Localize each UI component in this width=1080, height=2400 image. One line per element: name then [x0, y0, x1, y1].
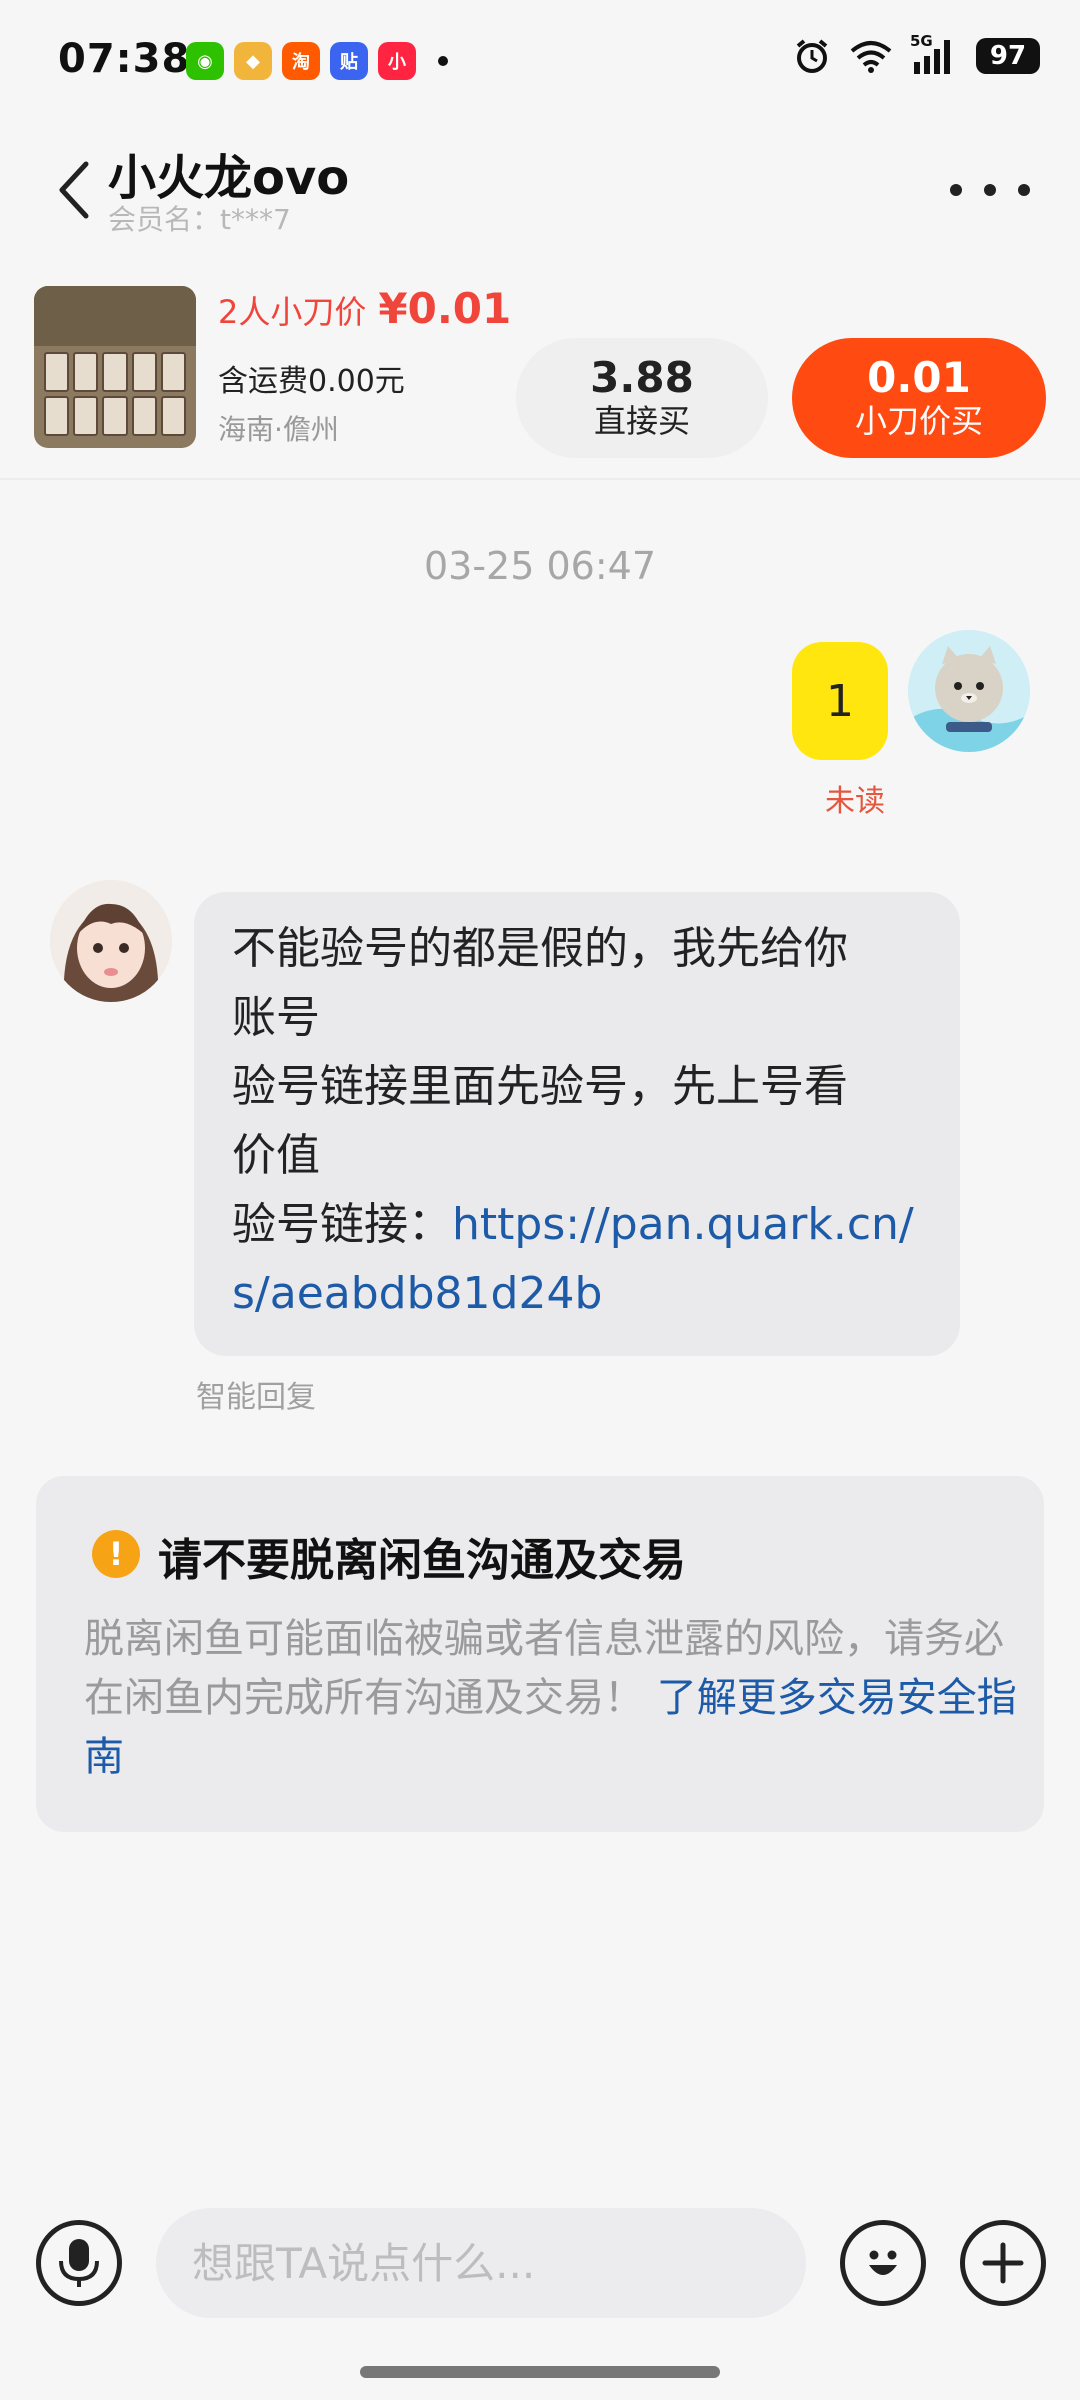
buy-direct-button[interactable]: 3.88 直接买 — [516, 338, 768, 458]
direct-price: 3.88 — [590, 353, 694, 402]
my-avatar[interactable] — [908, 630, 1030, 752]
message-line: 账号 — [232, 992, 320, 1043]
link-prefix: 验号链接： — [232, 1199, 452, 1250]
my-message-bubble[interactable]: 1 — [792, 642, 888, 760]
warning-exclamation-icon: ! — [92, 1530, 140, 1578]
xiaohongshu-icon: 小 — [378, 42, 416, 80]
smart-reply-label: 智能回复 — [196, 1380, 316, 1415]
dot-icon — [1018, 184, 1030, 196]
product-bar: 2人小刀价 ¥0.01 含运费0.00元 海南·儋州 3.88 直接买 0.01… — [0, 270, 1080, 480]
plus-icon — [982, 2242, 1024, 2284]
message-line: 不能验号的都是假的，我先给你 — [232, 923, 848, 974]
warning-body: 脱离闲鱼可能面临被骗或者信息泄露的风险，请务必在闲鱼内完成所有沟通及交易！ 了解… — [84, 1610, 1024, 1787]
bargain-label: 2人小刀价 — [218, 293, 367, 331]
message-input-container[interactable] — [156, 2208, 806, 2318]
home-indicator[interactable] — [360, 2366, 720, 2378]
member-label: 会员名： — [108, 203, 221, 236]
thumbnail-card-grid — [44, 352, 186, 436]
back-button[interactable] — [44, 150, 104, 230]
buy-bargain-button[interactable]: 0.01 小刀价买 — [792, 338, 1046, 458]
bargain-button-price: 0.01 — [867, 353, 971, 402]
verify-link[interactable]: https://pan.quark.cn/ — [452, 1199, 914, 1250]
dot-icon — [984, 184, 996, 196]
battery-indicator: 97 — [976, 38, 1040, 74]
safety-warning-card: ! 请不要脱离闲鱼沟通及交易 脱离闲鱼可能面临被骗或者信息泄露的风险，请务必在闲… — [36, 1476, 1044, 1832]
message-input[interactable] — [156, 2208, 806, 2318]
message-line-link: 验号链接：https://pan.quark.cn/ — [232, 1190, 926, 1259]
chat-header: 小火龙ovo 会员名：t***7 — [0, 110, 1080, 270]
message-line: 价值 — [232, 1130, 320, 1181]
thumbnail-game-banner — [34, 286, 196, 346]
more-options-button[interactable] — [950, 170, 1030, 210]
direct-label: 直接买 — [593, 402, 690, 440]
voice-input-button[interactable] — [36, 2220, 122, 2306]
emoji-button[interactable] — [840, 2220, 926, 2306]
message-line: 验号链接里面先验号，先上号看 — [232, 1061, 848, 1112]
bargain-price-line: 2人小刀价 ¥0.01 — [218, 284, 511, 333]
unread-status: 未读 — [825, 784, 885, 819]
more-notifications-dot — [438, 56, 448, 66]
member-id-line: 会员名：t***7 — [108, 198, 291, 238]
bargain-price: ¥0.01 — [378, 284, 512, 333]
member-id: t***7 — [220, 203, 291, 236]
alarm-icon — [796, 39, 828, 73]
product-thumbnail[interactable] — [34, 286, 196, 448]
emoji-face-icon — [869, 2250, 897, 2275]
notification-app-icons: ◉ ◆ 淘 贴 小 — [186, 42, 448, 80]
warning-title: 请不要脱离闲鱼沟通及交易 — [158, 1535, 686, 1586]
chevron-left-icon — [59, 161, 89, 219]
taobao-icon: 淘 — [282, 42, 320, 80]
bargain-button-label: 小刀价买 — [854, 402, 983, 440]
shipping-fee: 含运费0.00元 — [218, 364, 405, 399]
wechat-icon: ◉ — [186, 42, 224, 80]
more-actions-button[interactable] — [960, 2220, 1046, 2306]
girl-avatar-icon — [50, 880, 172, 1002]
message-timestamp: 03-25 06:47 — [423, 544, 656, 588]
status-indicators: 5G 97 — [792, 32, 1040, 76]
dot-icon — [950, 184, 962, 196]
microphone-icon — [59, 2239, 99, 2287]
wifi-icon — [850, 41, 892, 73]
status-bar: 07:38 ◉ ◆ 淘 贴 小 5G 97 — [0, 0, 1080, 110]
game-app-icon: ◆ — [234, 42, 272, 80]
cellular-signal-icon: 5G — [910, 32, 958, 76]
seller-message-bubble[interactable]: 不能验号的都是假的，我先给你 账号 验号链接里面先验号，先上号看 价值 验号链接… — [194, 892, 960, 1356]
seller-avatar[interactable] — [50, 880, 172, 1002]
cat-avatar-icon — [908, 630, 1030, 752]
status-time: 07:38 — [58, 36, 191, 82]
seller-location: 海南·儋州 — [218, 413, 339, 446]
verify-link-continued[interactable]: s/aeabdb81d24b — [232, 1259, 926, 1328]
tieba-icon: 贴 — [330, 42, 368, 80]
